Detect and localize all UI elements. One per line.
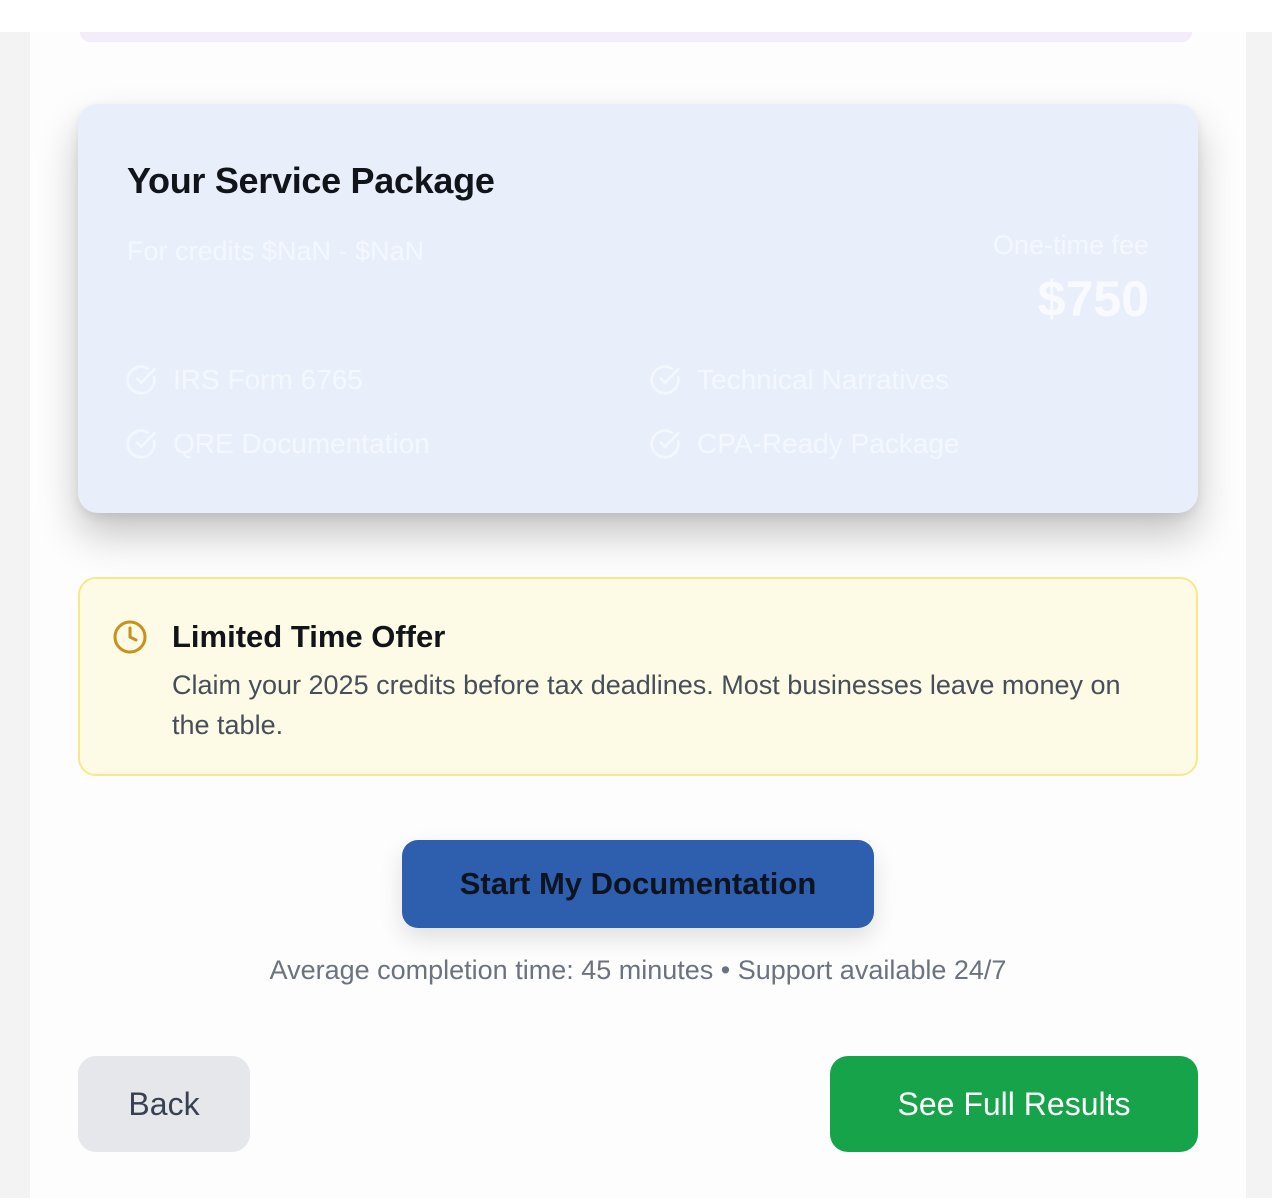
feature-label: CPA-Ready Package [697, 428, 960, 459]
completion-note: Average completion time: 45 minutes • Su… [269, 955, 1007, 985]
feature-label: IRS Form 6765 [173, 364, 363, 395]
service-package-card: Your Service Package For credits $NaN - … [78, 104, 1198, 513]
offer-title: Limited Time Offer [172, 619, 446, 654]
top-bar [0, 0, 1272, 32]
feature-label: Technical Narratives [697, 364, 950, 395]
limited-offer-banner: Limited Time Offer Claim your 2025 credi… [78, 577, 1198, 776]
offer-text: Claim your 2025 credits before tax deadl… [172, 670, 1121, 740]
clock-icon [113, 620, 147, 654]
package-title: Your Service Package [127, 160, 495, 201]
feature-item: Technical Narratives [649, 364, 949, 396]
feature-item: QRE Documentation [125, 428, 430, 460]
previous-card-edge [80, 32, 1192, 42]
fee-label: One-time fee [992, 230, 1149, 260]
check-circle-icon [650, 365, 680, 395]
check-circle-icon [126, 429, 156, 459]
check-circle-icon [126, 365, 156, 395]
fee-amount: $750 [1037, 271, 1149, 327]
see-full-results-button[interactable]: See Full Results [830, 1056, 1198, 1152]
feature-label: QRE Documentation [173, 428, 430, 459]
feature-item: CPA-Ready Package [649, 428, 960, 460]
back-button[interactable]: Back [78, 1056, 250, 1152]
start-documentation-button[interactable]: Start My Documentation [402, 840, 874, 928]
feature-item: IRS Form 6765 [125, 364, 363, 396]
package-credit-range: For credits $NaN - $NaN [127, 236, 425, 266]
check-circle-icon [650, 429, 680, 459]
